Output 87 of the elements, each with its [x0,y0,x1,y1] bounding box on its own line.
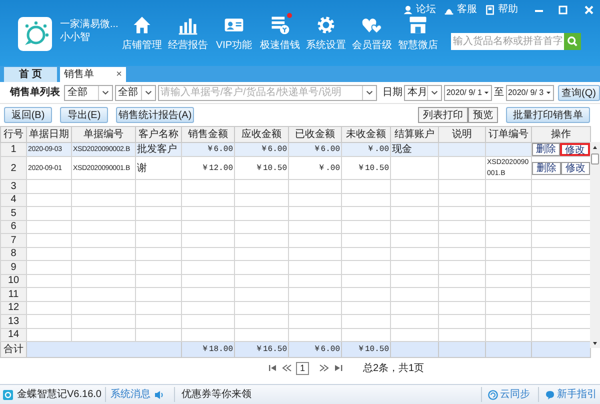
row-number: 3 [0,180,26,193]
date-field[interactable]: 2020/ 9/ 3 [506,84,554,100]
row-number: 11 [0,288,26,301]
shop-icon [407,14,429,36]
page-summary: 总2条，共1页 [363,362,424,376]
total-cell: ￥16.50 [234,342,288,358]
promo-text: 优惠券等你来领 [174,387,252,402]
sync-link[interactable]: 云同步 [481,387,530,402]
table-row[interactable]: 13 [0,314,590,328]
app-version: 金蝶智慧记V6.16.0 [17,387,106,402]
scrollbar[interactable] [590,142,600,348]
user-name: 小小智 [60,31,91,44]
to-label: 至 [494,86,504,100]
date-label: 日期 [382,86,402,100]
row-number: 1 [0,142,26,156]
top-link[interactable]: 客服 [444,2,477,17]
previous-page-icon[interactable] [282,363,292,373]
table-row[interactable]: 3 [0,180,590,193]
table-row[interactable]: 7 [0,234,590,247]
table-row[interactable]: 14 [0,328,590,342]
row-action-button[interactable]: 删除 [532,162,561,174]
book-icon [485,4,495,14]
dropdown[interactable]: 全部 [115,84,156,100]
table-row[interactable]: 9 [0,260,590,274]
total-label: 合计 [0,342,26,358]
row-action-button[interactable]: 删除 [532,143,560,156]
column-header: 行号 [0,126,26,142]
search-button[interactable] [564,33,581,50]
row-action-button[interactable]: 修改 [560,143,590,156]
toolbar-button[interactable]: 销售统计报告(A) [116,107,194,123]
total-cell: ￥6.00 [288,342,342,358]
row-number: 6 [0,220,26,234]
table-row[interactable]: 8 [0,247,590,260]
batch-print-button[interactable]: 批量打印销售单 [506,107,590,123]
table-row[interactable]: 6 [0,220,590,234]
app-logo [18,17,52,51]
caret-icon [544,89,552,96]
app-icon [3,390,13,400]
person-icon [403,4,413,14]
speaker-icon [154,390,164,400]
page-number-field[interactable]: 1 [296,362,309,374]
row-number: 2 [0,156,26,180]
toolbar-button[interactable]: 返回(B) [4,107,52,123]
caret-icon [482,89,490,96]
first-page-icon[interactable] [268,363,278,373]
search-icon [567,36,578,47]
tab[interactable]: 销售单 × [60,67,126,82]
print-button[interactable]: 预览 [468,107,498,123]
row-number: 9 [0,260,26,274]
row-action-button[interactable]: 修改 [561,162,590,174]
chat-bubble-icon [545,390,555,400]
row-number: 13 [0,314,26,328]
top-link[interactable]: 帮助 [485,2,518,17]
messages-link[interactable]: 系统消息 [110,387,150,402]
close-tab-button[interactable]: × [116,67,122,82]
row-number: 7 [0,234,26,247]
total-cell: ￥18.00 [182,342,234,358]
row-number: 10 [0,274,26,288]
table-row[interactable]: 11 [0,288,590,301]
house-icon [131,14,153,36]
dropdown[interactable]: 全部 [64,84,114,100]
table-row[interactable]: 5 [0,206,590,220]
row-number: 12 [0,301,26,314]
row-number: 5 [0,206,26,220]
last-page-icon[interactable] [333,363,343,373]
refresh-icon [488,390,498,400]
row-number: 14 [0,328,26,342]
total-cell: ￥10.50 [342,342,390,358]
next-page-icon[interactable] [319,363,329,373]
date-field[interactable]: 2020/ 9/ 1 [444,84,492,100]
guide-link[interactable]: 新手指引 [538,387,597,402]
table-row[interactable]: 4 [0,193,590,206]
dropdown[interactable]: 本月 [404,84,442,100]
coin-stack-icon [269,14,291,36]
table-row[interactable]: 10 [0,274,590,288]
close-icon[interactable] [584,4,594,14]
print-button[interactable]: 列表打印 [418,107,468,123]
table-row[interactable]: 12 [0,301,590,314]
row-number: 4 [0,193,26,206]
settings-icon [315,14,337,36]
keyword-field[interactable]: 请输入单据号/客户/货品名/快递单号/说明 [158,84,378,100]
maximize-icon[interactable] [558,4,568,14]
query-button[interactable]: 查询(Q) [558,84,600,100]
toolbar-button[interactable]: 导出(E) [60,107,108,123]
tab[interactable]: 首 页 [4,67,57,82]
row-number: 8 [0,247,26,260]
list-title: 销售单列表 [10,86,61,100]
